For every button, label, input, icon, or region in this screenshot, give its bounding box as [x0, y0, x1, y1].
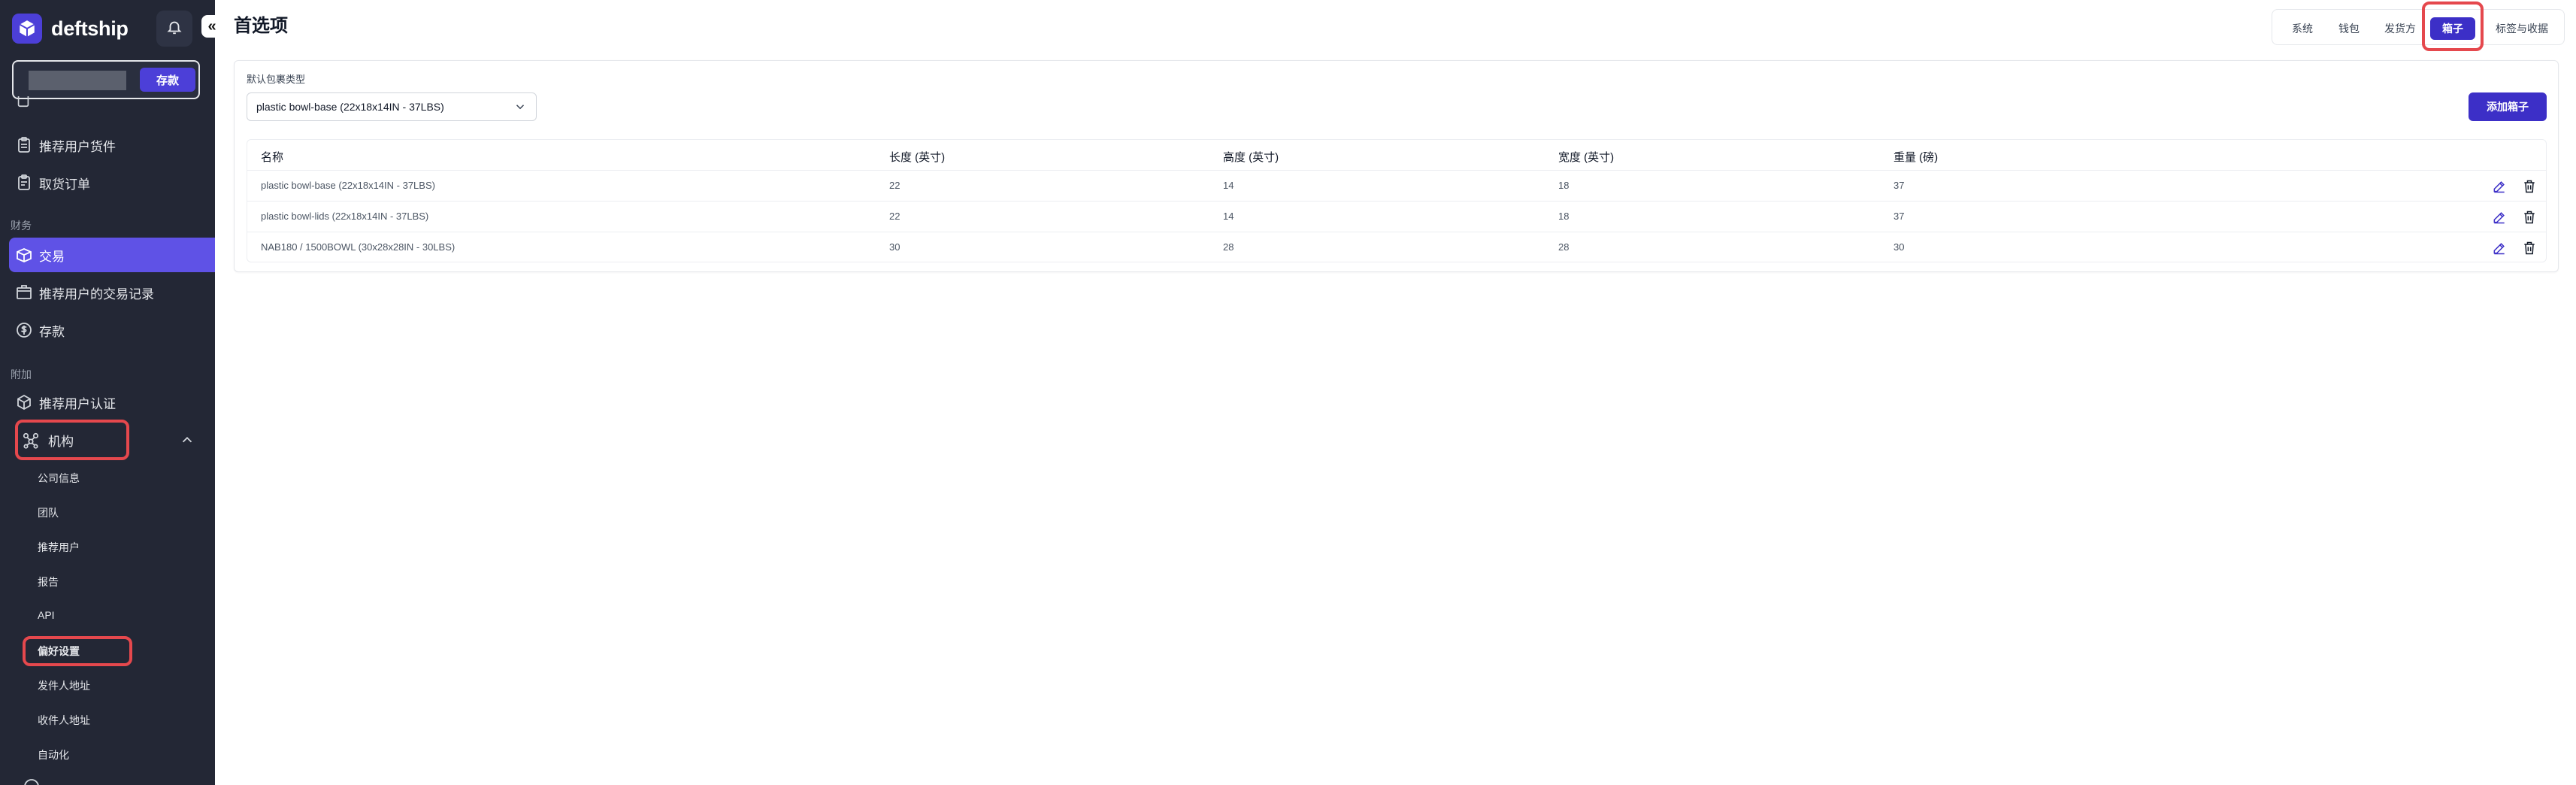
cell-length: 22 — [889, 211, 901, 222]
sidebar: deftship 存款 推荐用户货件 取货订单 财务 交易 推荐用户的交易记录 … — [0, 0, 215, 785]
sidebar-item-label: 交易 — [39, 249, 65, 264]
clipboard-list-icon — [15, 174, 33, 192]
chevron-up-icon — [179, 432, 195, 452]
app-root: deftship 存款 推荐用户货件 取货订单 财务 交易 推荐用户的交易记录 … — [0, 0, 2576, 785]
brand-name: deftship — [51, 17, 129, 40]
preferences-tabs: 系统 钱包 发货方 箱子 标签与收据 — [2272, 9, 2565, 45]
highlight-organization — [15, 420, 129, 460]
cell-weight: 37 — [1893, 211, 1905, 222]
trash-icon[interactable] — [2520, 239, 2538, 257]
edit-icon[interactable] — [2490, 177, 2508, 195]
tab-wallet[interactable]: 钱包 — [2328, 17, 2370, 40]
tab-shipper[interactable]: 发货方 — [2376, 17, 2424, 40]
cell-name: NAB180 / 1500BOWL (30x28x28IN - 30LBS) — [261, 241, 456, 253]
cell-width: 18 — [1558, 180, 1570, 191]
sidebar-item-deposits[interactable]: 存款 — [9, 313, 213, 347]
sub-item-company-info[interactable]: 公司信息 — [38, 471, 80, 486]
sub-item-api[interactable]: API — [38, 609, 55, 621]
clipboard-icon — [15, 96, 33, 110]
redacted-balance — [29, 71, 126, 90]
balance-box: 存款 — [12, 60, 200, 99]
highlight-preferences — [23, 636, 132, 666]
partial-icon — [23, 777, 41, 785]
cell-height: 28 — [1223, 241, 1234, 253]
cell-name: plastic bowl-lids (22x18x14IN - 37LBS) — [261, 211, 429, 222]
section-label-finance: 财务 — [11, 220, 32, 232]
sub-item-referral-users[interactable]: 推荐用户 — [38, 540, 80, 555]
cell-weight: 37 — [1893, 180, 1905, 191]
sidebar-item-pickup-orders[interactable]: 取货订单 — [9, 165, 213, 200]
sidebar-item-label: 存款 — [39, 324, 65, 339]
sidebar-item-partial[interactable] — [9, 96, 213, 111]
cell-width: 28 — [1558, 241, 1570, 253]
highlight-boxes-tab — [2422, 2, 2484, 51]
box-icon — [15, 246, 33, 264]
sidebar-item-transactions[interactable]: 交易 — [9, 238, 215, 272]
logo-cube-icon — [12, 14, 42, 44]
edit-icon[interactable] — [2490, 239, 2508, 257]
tab-system[interactable]: 系统 — [2281, 17, 2323, 40]
sub-item-team[interactable]: 团队 — [38, 505, 59, 520]
dollar-circle-icon — [15, 321, 33, 339]
cell-height: 14 — [1223, 180, 1234, 191]
sidebar-item-label: 推荐用户的交易记录 — [39, 286, 154, 302]
chevrons-left-icon: « — [207, 17, 216, 35]
sidebar-item-referral-transactions[interactable]: 推荐用户的交易记录 — [9, 275, 213, 310]
cell-width: 18 — [1558, 211, 1570, 222]
sidebar-item-referral-verification[interactable]: 推荐用户认证 — [9, 385, 213, 420]
default-box-label: 默认包裹类型 — [247, 74, 306, 85]
column-header-weight: 重量 (磅) — [1893, 151, 1939, 164]
sub-item-recipient-addresses[interactable]: 收件人地址 — [38, 713, 90, 728]
cell-weight: 30 — [1893, 241, 1905, 253]
sidebar-item-referral-shipments[interactable]: 推荐用户货件 — [9, 128, 213, 162]
cell-length: 30 — [889, 241, 901, 253]
edit-icon[interactable] — [2490, 208, 2508, 226]
sidebar-item-label: 推荐用户认证 — [39, 396, 116, 411]
trash-icon[interactable] — [2520, 208, 2538, 226]
sub-item-reports[interactable]: 报告 — [38, 574, 59, 590]
page-title: 首选项 — [234, 16, 288, 36]
clipboard-icon — [15, 136, 33, 154]
trash-icon[interactable] — [2520, 177, 2538, 195]
table-row: NAB180 / 1500BOWL (30x28x28IN - 30LBS) 3… — [247, 232, 2546, 262]
boxes-card: 默认包裹类型 plastic bowl-base (22x18x14IN - 3… — [234, 60, 2559, 272]
section-label-extra: 附加 — [11, 368, 32, 380]
cell-length: 22 — [889, 180, 901, 191]
bell-icon — [166, 19, 183, 39]
sidebar-item-label: 取货订单 — [39, 177, 90, 192]
boxes-table: 名称 长度 (英寸) 高度 (英寸) 宽度 (英寸) 重量 (磅) plasti… — [247, 139, 2547, 262]
notifications-button[interactable] — [156, 11, 192, 47]
column-header-width: 宽度 (英寸) — [1558, 151, 1615, 164]
table-row: plastic bowl-lids (22x18x14IN - 37LBS) 2… — [247, 201, 2546, 232]
tab-labels-receipts[interactable]: 标签与收据 — [2483, 17, 2561, 40]
column-header-height: 高度 (英寸) — [1223, 151, 1279, 164]
default-box-value: plastic bowl-base (22x18x14IN - 37LBS) — [256, 101, 444, 113]
sub-item-automation[interactable]: 自动化 — [38, 747, 69, 762]
column-header-length: 长度 (英寸) — [889, 151, 946, 164]
cube-icon — [15, 393, 33, 411]
add-box-button[interactable]: 添加箱子 — [2469, 92, 2547, 121]
default-box-select[interactable]: plastic bowl-base (22x18x14IN - 37LBS) — [247, 92, 537, 121]
deposit-button[interactable]: 存款 — [140, 68, 195, 92]
box-icon — [15, 283, 33, 302]
collapse-sidebar-button[interactable]: « — [201, 15, 222, 38]
cell-name: plastic bowl-base (22x18x14IN - 37LBS) — [261, 180, 435, 191]
chevron-down-icon — [513, 100, 527, 114]
column-header-name: 名称 — [261, 151, 284, 164]
table-row: plastic bowl-base (22x18x14IN - 37LBS) 2… — [247, 170, 2546, 201]
cell-height: 14 — [1223, 211, 1234, 222]
sidebar-item-label: 推荐用户货件 — [39, 139, 116, 154]
sub-item-sender-addresses[interactable]: 发件人地址 — [38, 678, 90, 693]
